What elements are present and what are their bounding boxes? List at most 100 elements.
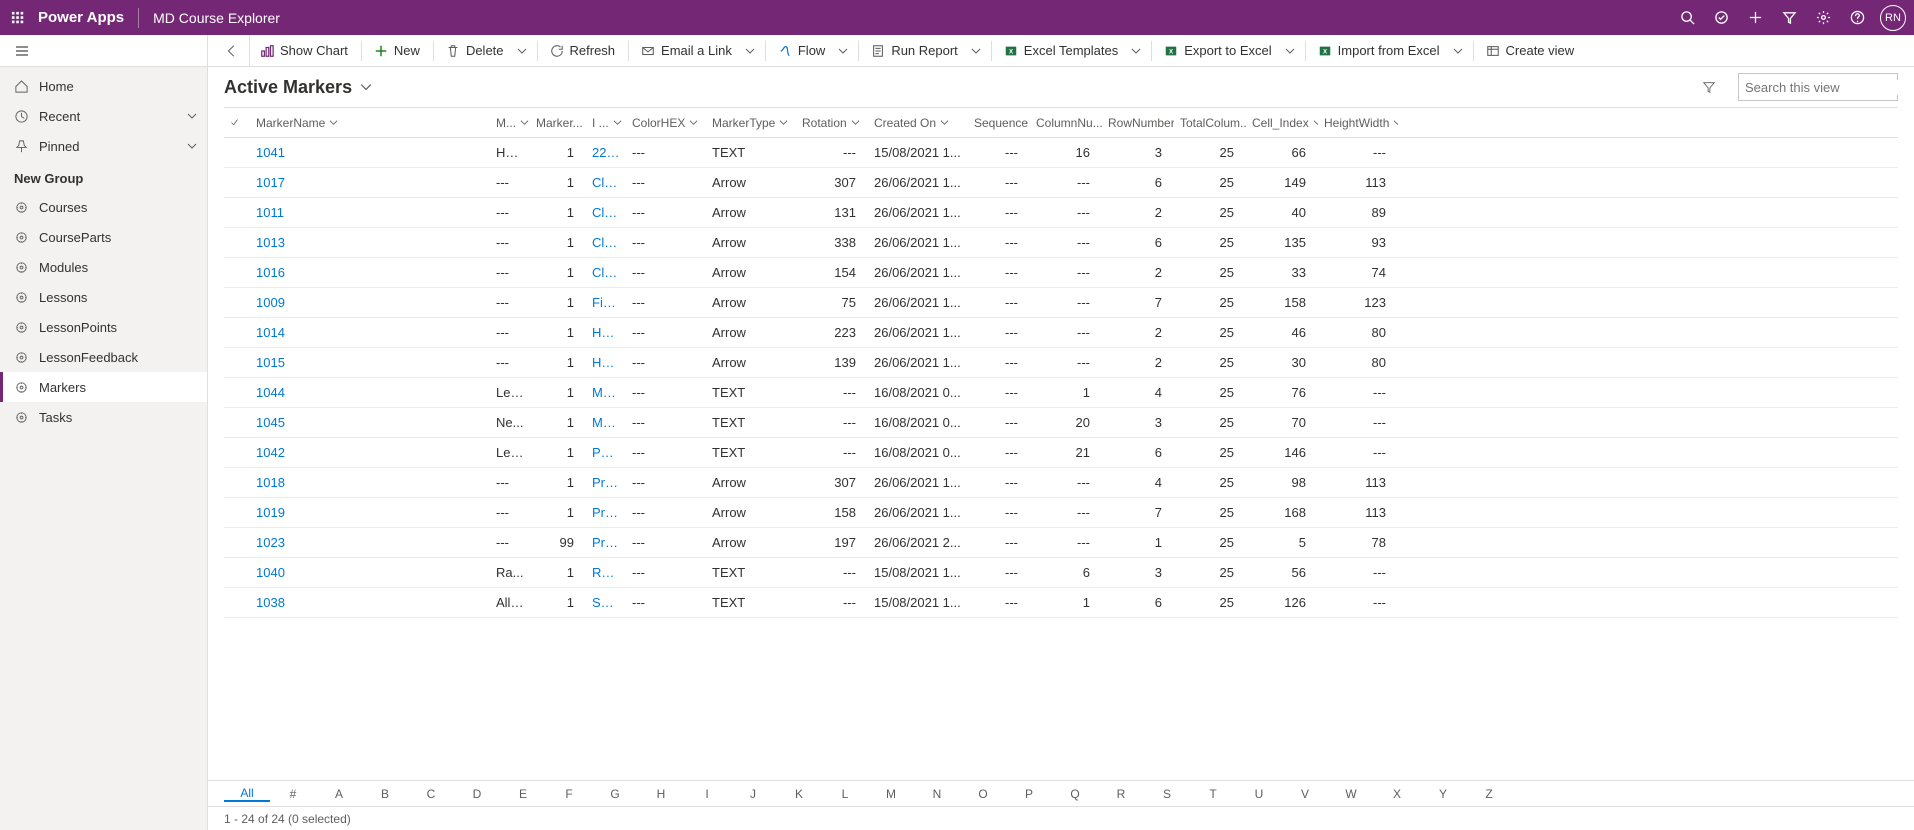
col-createdon[interactable]: Created On — [868, 108, 968, 138]
sidebar-item-lessonfeedback[interactable]: LessonFeedback — [0, 342, 207, 372]
excel-templates-dropdown[interactable] — [1129, 46, 1149, 56]
cell-colorhex[interactable]: Should — [586, 588, 626, 618]
alpha-filter-k[interactable]: K — [776, 787, 822, 801]
alpha-filter-f[interactable]: F — [546, 787, 592, 801]
table-row[interactable]: 1016---1Closure---Arrow15426/06/2021 1..… — [224, 258, 1898, 288]
alpha-filter-c[interactable]: C — [408, 787, 454, 801]
col-rownumber[interactable]: RowNumber — [1102, 108, 1174, 138]
back-button[interactable] — [214, 35, 250, 67]
refresh-button[interactable]: Refresh — [540, 35, 627, 67]
table-row[interactable]: 1019---1Proximi---Arrow15826/06/2021 1..… — [224, 498, 1898, 528]
table-row[interactable]: 1014---1How hu---Arrow22326/06/2021 1...… — [224, 318, 1898, 348]
alpha-filter-v[interactable]: V — [1282, 787, 1328, 801]
row-checkbox[interactable] — [224, 378, 250, 408]
cell-colorhex[interactable]: Closure — [586, 258, 626, 288]
assistant-icon[interactable] — [1704, 1, 1738, 35]
alpha-filter-#[interactable]: # — [270, 787, 316, 801]
cell-colorhex[interactable]: Massive — [586, 378, 626, 408]
table-row[interactable]: 1015---1How hu---Arrow13926/06/2021 1...… — [224, 348, 1898, 378]
cell-colorhex[interactable]: How hu — [586, 318, 626, 348]
alpha-filter-p[interactable]: P — [1006, 787, 1052, 801]
sidebar-item-markers[interactable]: Markers — [0, 372, 207, 402]
col-sequence[interactable]: Sequence — [968, 108, 1030, 138]
sidebar-item-lessonpoints[interactable]: LessonPoints — [0, 312, 207, 342]
alpha-filter-d[interactable]: D — [454, 787, 500, 801]
cell-colorhex[interactable]: Proximi — [586, 468, 626, 498]
alpha-filter-a[interactable]: A — [316, 787, 362, 801]
col-markertype[interactable]: MarkerType — [706, 108, 796, 138]
row-checkbox[interactable] — [224, 438, 250, 468]
table-row[interactable]: 1017---1Closure---Arrow30726/06/2021 1..… — [224, 168, 1898, 198]
view-selector[interactable]: Active Markers — [224, 77, 372, 98]
cell-markername[interactable]: 1013 — [250, 228, 490, 258]
sidebar-item-courseparts[interactable]: CourseParts — [0, 222, 207, 252]
flow-button[interactable]: Flow — [768, 35, 836, 67]
import-excel-button[interactable]: XImport from Excel — [1308, 35, 1451, 67]
alpha-filter-l[interactable]: L — [822, 787, 868, 801]
col-marker[interactable]: Marker... — [530, 108, 586, 138]
col-m[interactable]: M... — [490, 108, 530, 138]
cell-markername[interactable]: 1042 — [250, 438, 490, 468]
alpha-filter-y[interactable]: Y — [1420, 787, 1466, 801]
row-checkbox[interactable] — [224, 468, 250, 498]
row-checkbox[interactable] — [224, 228, 250, 258]
alpha-filter-o[interactable]: O — [960, 787, 1006, 801]
cell-colorhex[interactable]: Ranieri — [586, 558, 626, 588]
cell-colorhex[interactable]: Proximi — [586, 528, 626, 558]
table-row[interactable]: 1013---1Closure---Arrow33826/06/2021 1..… — [224, 228, 1898, 258]
table-row[interactable]: 1040Ra...1Ranieri---TEXT---15/08/2021 1.… — [224, 558, 1898, 588]
filter-icon[interactable] — [1772, 1, 1806, 35]
cell-markername[interactable]: 1009 — [250, 288, 490, 318]
alpha-filter-w[interactable]: W — [1328, 787, 1374, 801]
add-icon[interactable] — [1738, 1, 1772, 35]
email-link-button[interactable]: Email a Link — [631, 35, 743, 67]
col-markername[interactable]: MarkerName — [250, 108, 490, 138]
table-row[interactable]: 1044Lei...1Massive---TEXT---16/08/2021 0… — [224, 378, 1898, 408]
alpha-filter-e[interactable]: E — [500, 787, 546, 801]
import-excel-dropdown[interactable] — [1451, 46, 1471, 56]
alpha-filter-r[interactable]: R — [1098, 787, 1144, 801]
row-checkbox[interactable] — [224, 498, 250, 528]
cell-markername[interactable]: 1011 — [250, 198, 490, 228]
table-row[interactable]: 1009---1Figure (---Arrow7526/06/2021 1..… — [224, 288, 1898, 318]
search-icon[interactable] — [1670, 1, 1704, 35]
cell-colorhex[interactable]: Figure ( — [586, 288, 626, 318]
cell-markername[interactable]: 1018 — [250, 468, 490, 498]
table-row[interactable]: 1038All ...1Should---TEXT---15/08/2021 1… — [224, 588, 1898, 618]
row-checkbox[interactable] — [224, 408, 250, 438]
alpha-filter-g[interactable]: G — [592, 787, 638, 801]
alpha-filter-n[interactable]: N — [914, 787, 960, 801]
cell-markername[interactable]: 1017 — [250, 168, 490, 198]
cell-markername[interactable]: 1044 — [250, 378, 490, 408]
excel-templates-button[interactable]: XExcel Templates — [994, 35, 1129, 67]
alpha-filter-x[interactable]: X — [1374, 787, 1420, 801]
run-report-button[interactable]: Run Report — [861, 35, 968, 67]
alpha-filter-all[interactable]: All — [224, 786, 270, 802]
delete-dropdown[interactable] — [515, 46, 535, 56]
col-cellindex[interactable]: Cell_Index — [1246, 108, 1318, 138]
cell-markername[interactable]: 1014 — [250, 318, 490, 348]
col-colorhex[interactable]: ColorHEX — [626, 108, 706, 138]
flow-dropdown[interactable] — [836, 46, 856, 56]
filter-button[interactable] — [1694, 72, 1724, 102]
table-row[interactable]: 1045Ne...1Massive---TEXT---16/08/2021 0.… — [224, 408, 1898, 438]
row-checkbox[interactable] — [224, 528, 250, 558]
cell-markername[interactable]: 1038 — [250, 588, 490, 618]
table-row[interactable]: 1041He'...122 wins---TEXT---15/08/2021 1… — [224, 138, 1898, 168]
cell-colorhex[interactable]: Positior — [586, 438, 626, 468]
col-heightwidth[interactable]: HeightWidth — [1318, 108, 1398, 138]
new-button[interactable]: New — [364, 35, 431, 67]
cell-markername[interactable]: 1041 — [250, 138, 490, 168]
create-view-button[interactable]: Create view — [1476, 35, 1586, 67]
row-checkbox[interactable] — [224, 198, 250, 228]
alpha-filter-u[interactable]: U — [1236, 787, 1282, 801]
run-report-dropdown[interactable] — [969, 46, 989, 56]
table-row[interactable]: 1023---99Proximi---Arrow19726/06/2021 2.… — [224, 528, 1898, 558]
alpha-filter-b[interactable]: B — [362, 787, 408, 801]
user-avatar[interactable]: RN — [1880, 5, 1906, 31]
export-excel-button[interactable]: XExport to Excel — [1154, 35, 1282, 67]
alpha-filter-h[interactable]: H — [638, 787, 684, 801]
col-columnnum[interactable]: ColumnNu... — [1030, 108, 1102, 138]
nav-toggle-icon[interactable] — [0, 35, 203, 67]
row-checkbox[interactable] — [224, 138, 250, 168]
